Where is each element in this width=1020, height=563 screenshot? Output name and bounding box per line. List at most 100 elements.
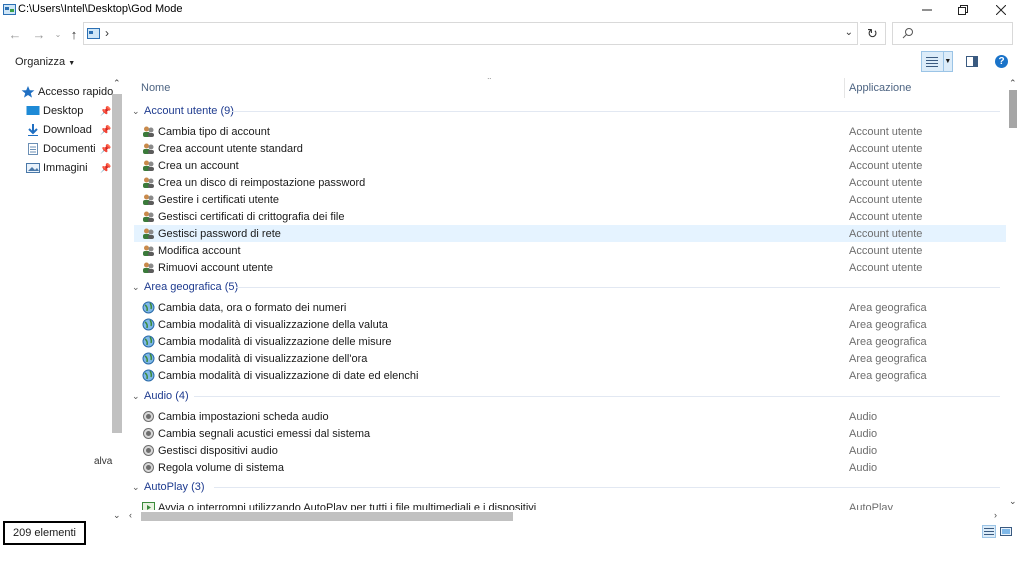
group-label: AutoPlay (3): [144, 481, 205, 493]
restore-button[interactable]: [944, 0, 982, 20]
pin-icon[interactable]: 📌: [100, 106, 111, 117]
search-input[interactable]: [892, 22, 1013, 45]
desktop-icon: [26, 106, 40, 115]
sidebar-item-immagini[interactable]: Immagini: [26, 160, 88, 176]
list-item[interactable]: Cambia modalità di visualizzazione della…: [134, 316, 1006, 333]
pin-icon[interactable]: 📌: [100, 144, 111, 155]
chevron-left-icon[interactable]: ‹: [129, 510, 132, 520]
item-app: Area geografica: [849, 318, 927, 331]
large-icons-view-icon: [1000, 527, 1012, 536]
item-name: Crea un disco di reimpostazione password: [158, 176, 366, 189]
organize-label: Organizza: [15, 56, 66, 68]
forward-button[interactable]: →: [30, 25, 48, 43]
sidebar-item-documenti[interactable]: Documenti: [26, 141, 96, 157]
chevron-down-icon: ⌄: [132, 390, 140, 401]
chevron-up-icon[interactable]: ⌃: [113, 78, 121, 89]
large-icons-view-button[interactable]: [999, 525, 1013, 538]
help-icon: ?: [998, 56, 1005, 67]
group-divider: [194, 396, 1000, 397]
pictures-icon: [26, 163, 40, 173]
list-item-highlighted[interactable]: Gestisci password di rete Account utente: [134, 225, 1006, 242]
list-item[interactable]: Modifica account Account utente: [134, 242, 1006, 259]
group-header[interactable]: ⌄ Area geografica (5): [132, 279, 238, 295]
chevron-down-icon[interactable]: ⌄: [113, 510, 121, 521]
list-item[interactable]: Crea un disco di reimpostazione password…: [134, 174, 1006, 191]
refresh-icon: ↻: [867, 25, 878, 41]
list-item[interactable]: Cambia data, ora o formato dei numeri Are…: [134, 299, 1006, 316]
item-name: Cambia data, ora o formato dei numeri: [158, 301, 347, 314]
item-app: Area geografica: [849, 335, 927, 348]
horizontal-scrollbar[interactable]: ‹ ›: [126, 510, 1006, 523]
scrollbar-thumb[interactable]: [1009, 90, 1017, 128]
group-label: Audio (4): [144, 390, 189, 402]
title-bar: C:\Users\Intel\Desktop\God Mode: [0, 0, 1020, 20]
group-divider: [236, 287, 1000, 288]
back-button[interactable]: ←: [6, 25, 24, 43]
sidebar-scrollbar[interactable]: ⌃ ⌄: [111, 78, 124, 524]
sidebar-item-label: Accesso rapido: [38, 86, 114, 98]
item-name: Modifica account: [158, 244, 241, 257]
list-item[interactable]: Cambia impostazioni scheda audio Audio: [134, 408, 1006, 425]
list-scrollbar[interactable]: ⌃ ⌄: [1006, 78, 1020, 510]
list-item[interactable]: Cambia modalità di visualizzazione delle…: [134, 333, 1006, 350]
group-label: Account utente (9): [144, 105, 234, 117]
globe-icon: [142, 369, 155, 382]
list-item[interactable]: Avvia o interrompi utilizzando AutoPlay …: [134, 499, 1006, 510]
column-header-app[interactable]: Applicazione: [849, 78, 911, 98]
list-item[interactable]: Cambia segnali acustici emessi dal siste…: [134, 425, 1006, 442]
column-header-name[interactable]: Nome: [141, 78, 170, 98]
list-item[interactable]: Crea un account Account utente: [134, 157, 1006, 174]
chevron-down-icon: ⌄: [132, 105, 140, 116]
list-item[interactable]: Gestire i certificati utente Account uten…: [134, 191, 1006, 208]
item-name: Cambia modalità di visualizzazione di da…: [158, 369, 419, 382]
preview-pane-icon[interactable]: [966, 56, 978, 67]
list-item[interactable]: Crea account utente standard Account uten…: [134, 140, 1006, 157]
chevron-up-icon[interactable]: ⌃: [1009, 78, 1017, 89]
chevron-down-icon[interactable]: ⌄: [845, 27, 853, 38]
truncated-sidebar-text: alva: [94, 456, 113, 467]
details-view-button[interactable]: [982, 525, 996, 538]
up-button[interactable]: ↑: [65, 25, 83, 43]
speaker-icon: [143, 445, 154, 456]
speaker-icon: [143, 462, 154, 473]
users-icon: [143, 160, 154, 171]
group-header[interactable]: ⌄ Account utente (9): [132, 103, 234, 119]
item-app: Area geografica: [849, 369, 927, 382]
list-item[interactable]: Regola volume di sistema Audio: [134, 459, 1006, 476]
close-button[interactable]: [982, 0, 1020, 20]
list-item[interactable]: Cambia modalità di visualizzazione dell'…: [134, 350, 1006, 367]
address-bar[interactable]: › ⌄: [83, 22, 858, 45]
breadcrumb-separator[interactable]: ›: [105, 26, 109, 40]
list-item[interactable]: Cambia tipo di account Account utente: [134, 123, 1006, 140]
group-header[interactable]: ⌄ AutoPlay (3): [132, 479, 205, 495]
sidebar-item-download[interactable]: Download: [26, 122, 92, 138]
sidebar-item-quick-access[interactable]: Accesso rapido: [21, 84, 113, 100]
refresh-button[interactable]: ↻: [860, 22, 886, 45]
item-app: Account utente: [849, 227, 923, 240]
status-view-switcher: [982, 525, 1013, 538]
list-item[interactable]: Rimuovi account utente Account utente: [134, 259, 1006, 276]
minimize-button[interactable]: [908, 0, 946, 20]
chevron-right-icon[interactable]: ›: [994, 510, 997, 520]
scrollbar-thumb[interactable]: [141, 512, 513, 521]
details-view-icon: [984, 528, 994, 535]
pin-icon[interactable]: 📌: [100, 125, 111, 136]
list-item[interactable]: Gestisci dispositivi audio Audio: [134, 442, 1006, 459]
item-app: Audio: [849, 427, 878, 440]
help-button[interactable]: ?: [995, 55, 1008, 68]
group-header[interactable]: ⌄ Audio (4): [132, 388, 189, 404]
sidebar-item-desktop[interactable]: Desktop: [26, 103, 83, 119]
column-divider[interactable]: [844, 78, 845, 98]
caret-down-icon: ▼: [68, 60, 76, 67]
globe-icon: [142, 301, 155, 314]
item-name: Cambia modalità di visualizzazione delle…: [158, 335, 392, 348]
list-item[interactable]: Cambia modalità di visualizzazione di da…: [134, 367, 1006, 384]
list-item[interactable]: Gestisci certificati di crittografia dei…: [134, 208, 1006, 225]
pin-icon[interactable]: 📌: [100, 163, 111, 174]
group-divider: [214, 487, 1000, 488]
chevron-down-icon[interactable]: ⌄: [1009, 496, 1017, 507]
scrollbar-thumb[interactable]: [112, 94, 122, 433]
item-app: Account utente: [849, 261, 923, 274]
view-options-button[interactable]: ▼: [921, 51, 953, 72]
organize-menu[interactable]: Organizza ▼: [15, 56, 75, 68]
